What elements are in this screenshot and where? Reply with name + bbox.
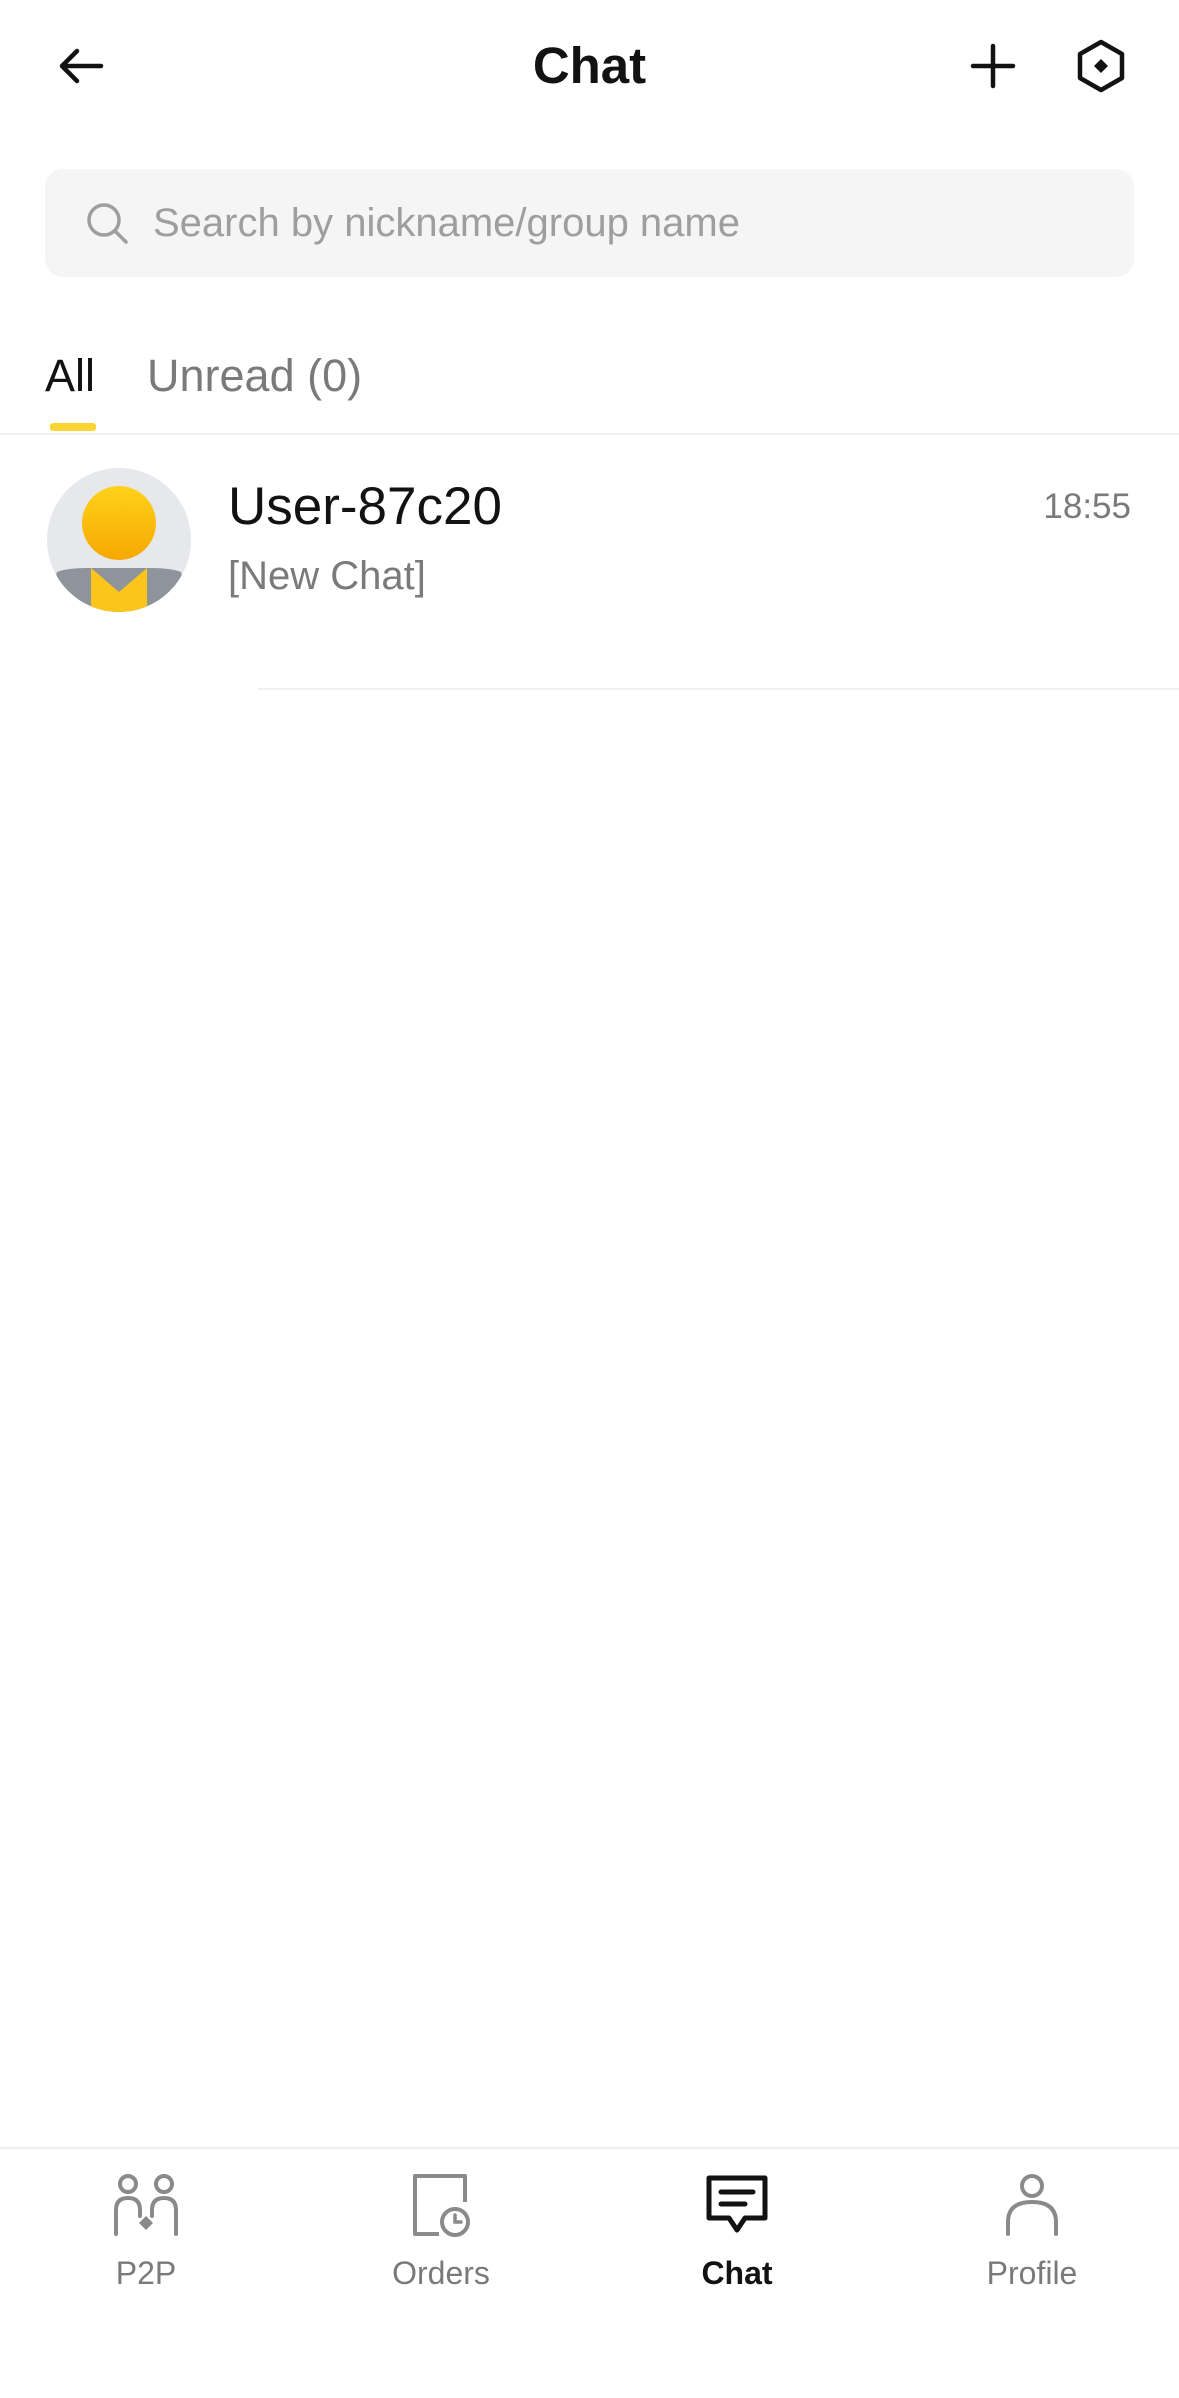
avatar <box>47 468 191 612</box>
nav-item-chat[interactable]: Chat <box>637 2169 837 2299</box>
nav-label-profile: Profile <box>986 2255 1078 2291</box>
chat-message-preview: [New Chat] <box>228 554 426 598</box>
search-icon <box>83 199 131 247</box>
nav-item-profile[interactable]: Profile <box>932 2169 1132 2299</box>
nav-label-p2p: P2P <box>115 2255 177 2291</box>
header: Chat <box>0 0 1179 135</box>
tab-unread[interactable]: Unread (0) <box>147 348 362 404</box>
nav-label-chat: Chat <box>701 2255 773 2291</box>
search-input[interactable] <box>151 192 1115 254</box>
chat-bubble-icon <box>701 2169 773 2241</box>
chat-timestamp: 18:55 <box>1043 487 1131 526</box>
tab-all[interactable]: All <box>45 348 95 404</box>
active-tab-indicator <box>50 423 96 431</box>
plus-icon <box>970 43 1016 89</box>
chat-contact-name: User-87c20 <box>228 477 502 536</box>
default-avatar-icon <box>47 468 191 612</box>
orders-clock-icon <box>405 2169 477 2241</box>
add-chat-button[interactable] <box>957 30 1029 102</box>
p2p-users-icon <box>110 2169 182 2241</box>
bottom-navigation: P2P Orders Chat Profile <box>0 2147 1179 2398</box>
divider <box>258 688 1179 690</box>
chat-list-item[interactable]: User-87c20 18:55 [New Chat] <box>0 435 1179 690</box>
settings-button[interactable] <box>1065 30 1137 102</box>
chat-filter-tabs: All Unread (0) <box>0 330 1179 435</box>
nav-item-orders[interactable]: Orders <box>341 2169 541 2299</box>
nav-label-orders: Orders <box>392 2255 490 2291</box>
search-bar[interactable] <box>45 169 1134 277</box>
profile-person-icon <box>996 2169 1068 2241</box>
hexagon-settings-icon <box>1077 39 1125 93</box>
nav-item-p2p[interactable]: P2P <box>46 2169 246 2299</box>
